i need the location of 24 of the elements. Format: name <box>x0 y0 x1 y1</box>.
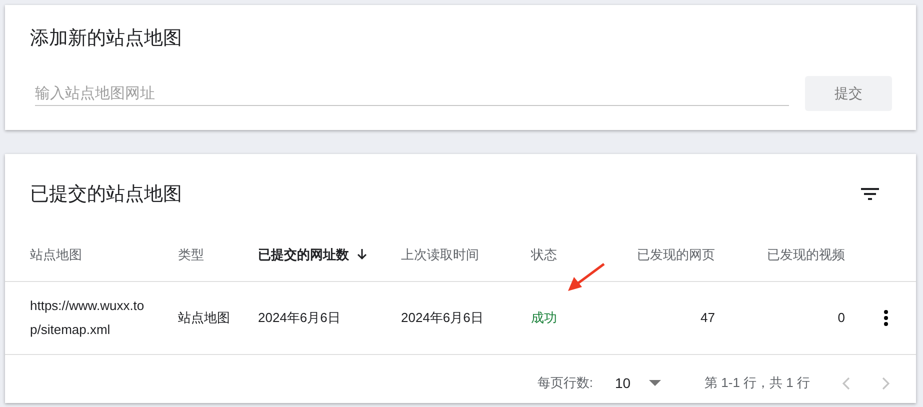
table-cell-text: 站点地图 <box>178 309 230 327</box>
table-cell-text: 2024年6月6日 <box>401 309 484 327</box>
table-cell-text: 2024年6月6日 <box>258 309 340 327</box>
card-title: 已提交的站点地图 <box>30 183 182 207</box>
table-cell-text: 47 <box>700 309 715 327</box>
sort-arrow-icon <box>357 249 367 260</box>
page-range-text: 第 1-1 行，共 1 行 <box>704 374 810 392</box>
column-header[interactable]: 已提交的网址数 <box>258 246 367 264</box>
column-header[interactable]: 已发现的网页 <box>637 246 715 264</box>
column-header[interactable]: 站点地图 <box>30 246 82 264</box>
status-text: 成功 <box>531 309 557 327</box>
rows-per-page-label: 每页行数: <box>537 374 593 392</box>
card-title: 添加新的站点地图 <box>30 27 182 51</box>
filter-icon[interactable] <box>861 188 879 200</box>
more-options-icon[interactable] <box>884 310 888 326</box>
sitemap-url: https://www.wuxx.top/sitemap.xml <box>30 297 146 339</box>
column-header[interactable]: 类型 <box>178 246 204 264</box>
dropdown-caret-icon <box>648 380 661 386</box>
rows-per-page-dropdown[interactable]: 10 <box>614 375 661 391</box>
url-input-field[interactable]: 输入站点地图网址 <box>35 81 789 106</box>
table-cell-text: 0 <box>838 309 845 327</box>
column-header[interactable]: 上次读取时间 <box>401 246 479 264</box>
column-header[interactable]: 状态 <box>531 246 557 264</box>
column-header[interactable]: 已发现的视频 <box>767 246 845 264</box>
